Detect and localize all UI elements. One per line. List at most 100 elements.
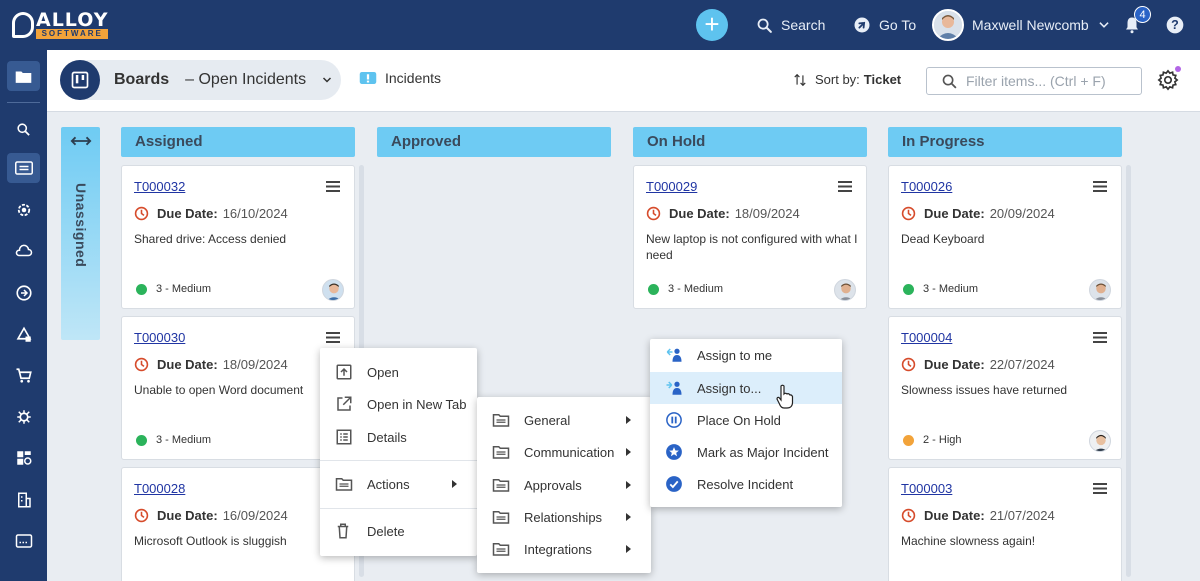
menu-item-open-new-tab[interactable]: Open in New Tab <box>320 388 477 420</box>
alloy-logo[interactable]: ALLOY SOFTWARE <box>12 9 109 39</box>
sidebar-item-search[interactable] <box>7 114 40 144</box>
menu-item-place-on-hold[interactable]: Place On Hold <box>650 404 842 436</box>
filter-field[interactable] <box>926 67 1142 95</box>
due-date-label: Due Date: <box>157 357 218 372</box>
folder-icon <box>335 478 353 491</box>
hamburger-menu-icon[interactable] <box>1093 181 1107 192</box>
assign-to-icon <box>666 381 682 395</box>
goto-label: Go To <box>879 17 917 33</box>
ticket-card[interactable]: T000003 Due Date: 21/07/2024 Machine slow… <box>888 467 1122 581</box>
expand-arrows-icon[interactable] <box>70 135 92 147</box>
menu-item-resolve-incident[interactable]: Resolve Incident <box>650 468 842 500</box>
due-date: Due Date: 20/09/2024 <box>901 206 1055 221</box>
bug-icon <box>16 410 31 424</box>
due-date-label: Due Date: <box>157 508 218 523</box>
sidebar-item-cloud[interactable] <box>7 236 40 266</box>
board-selector[interactable]: Boards – Open Incidents <box>60 60 341 100</box>
sidebar-divider <box>7 102 40 103</box>
chevron-down-icon[interactable] <box>321 74 333 86</box>
column-scrollbar[interactable] <box>1126 165 1131 577</box>
help-icon: ? <box>1166 16 1184 34</box>
due-date-label: Due Date: <box>924 508 985 523</box>
sidebar-item-organizations[interactable] <box>7 485 40 515</box>
folder-icon <box>492 414 510 427</box>
menu-item-label: Relationships <box>524 509 603 525</box>
search-icon <box>757 18 772 33</box>
logo-text: ALLOY <box>36 9 109 31</box>
priority-dot <box>648 283 659 295</box>
ticket-link[interactable]: T000026 <box>901 179 952 194</box>
pause-icon <box>666 412 682 428</box>
goto-button[interactable]: Go To <box>853 0 916 50</box>
menu-item-actions[interactable]: Actions <box>320 468 477 500</box>
ticket-description: Dead Keyboard <box>901 232 985 246</box>
gear-icon[interactable] <box>1157 69 1179 91</box>
hamburger-menu-icon[interactable] <box>838 181 852 192</box>
hamburger-menu-icon[interactable] <box>1093 483 1107 494</box>
ticket-card[interactable]: T000004 Due Date: 22/07/2024 Slowness iss… <box>888 316 1122 460</box>
sidebar-item-shapes[interactable] <box>7 320 40 350</box>
search-button[interactable]: Search <box>756 0 825 50</box>
ticket-link[interactable]: T000003 <box>901 481 952 496</box>
menu-item-label: General <box>524 412 571 428</box>
board-view-name: – Open Incidents <box>185 71 307 88</box>
priority-dot <box>136 434 147 446</box>
folder-icon <box>492 479 510 492</box>
ticket-link[interactable]: T000004 <box>901 330 952 345</box>
board-header: Boards – Open Incidents Incidents Sort b… <box>47 50 1200 112</box>
ticket-description: Shared drive: Access denied <box>134 232 287 246</box>
settings-indicator-dot <box>1175 66 1181 72</box>
user-menu[interactable]: Maxwell Newcomb <box>932 0 1119 50</box>
notification-badge: 4 <box>1134 6 1151 23</box>
sidebar-item-purchasing[interactable] <box>7 361 40 391</box>
unassigned-lane[interactable]: Unassigned <box>61 127 100 340</box>
assignee-avatar <box>834 279 856 301</box>
cloud-gear-icon <box>15 244 32 257</box>
ticket-link[interactable]: T000030 <box>134 330 185 345</box>
sidebar-item-assets[interactable] <box>7 195 40 225</box>
sidebar-item-dashboards[interactable] <box>7 443 40 473</box>
create-new-button[interactable]: + <box>696 9 728 41</box>
ticket-link[interactable]: T000028 <box>134 481 185 496</box>
menu-item-details[interactable]: Details <box>320 421 477 453</box>
menu-item-delete[interactable]: Delete <box>320 515 477 547</box>
ticket-description: Microsoft Outlook is sluggish <box>134 534 287 548</box>
menu-item-communication[interactable]: Communication <box>477 436 651 468</box>
sidebar-item-objects[interactable] <box>7 61 40 91</box>
menu-item-assign-to-me[interactable]: Assign to me <box>650 339 842 371</box>
menu-item-relationships[interactable]: Relationships <box>477 501 651 533</box>
ticket-link[interactable]: T000029 <box>646 179 697 194</box>
sort-control[interactable]: Sort by: Ticket <box>793 72 901 87</box>
due-date-label: Due Date: <box>924 357 985 372</box>
svg-text:?: ? <box>1171 18 1179 32</box>
ticket-link[interactable]: T000032 <box>134 179 185 194</box>
sidebar-item-service-desk[interactable] <box>7 153 40 183</box>
column-header-in-progress: In Progress <box>888 127 1122 157</box>
column-header-assigned: Assigned <box>121 127 355 157</box>
due-date: Due Date: 16/09/2024 <box>134 508 288 523</box>
help-button[interactable]: ? <box>1165 0 1193 50</box>
sidebar-item-integrations[interactable] <box>7 402 40 432</box>
sidebar-item-console[interactable] <box>7 526 40 556</box>
filter-input[interactable] <box>966 73 1136 89</box>
menu-item-integrations[interactable]: Integrations <box>477 533 651 565</box>
clock-icon <box>901 357 916 372</box>
building-icon <box>17 492 31 508</box>
actions-submenu: General Communication Approvals Relation… <box>477 397 651 573</box>
hamburger-menu-icon[interactable] <box>326 332 340 343</box>
ticket-card[interactable]: T000032 Due Date: 16/10/2024 Shared drive… <box>121 165 355 309</box>
user-name: Maxwell Newcomb <box>972 17 1089 33</box>
hamburger-menu-icon[interactable] <box>1093 332 1107 343</box>
menu-item-general[interactable]: General <box>477 404 651 436</box>
boards-icon <box>60 60 100 100</box>
clock-icon <box>901 508 916 523</box>
hamburger-menu-icon[interactable] <box>326 181 340 192</box>
ticket-card[interactable]: T000029 Due Date: 18/09/2024 New laptop i… <box>633 165 867 309</box>
menu-item-mark-major-incident[interactable]: Mark as Major Incident <box>650 436 842 468</box>
menu-item-assign-to[interactable]: Assign to... <box>650 372 842 404</box>
menu-item-open[interactable]: Open <box>320 356 477 388</box>
ticket-card[interactable]: T000026 Due Date: 20/09/2024 Dead Keyboar… <box>888 165 1122 309</box>
menu-item-approvals[interactable]: Approvals <box>477 469 651 501</box>
ticket-description: Unable to open Word document <box>134 383 304 397</box>
sidebar-item-automation[interactable] <box>7 278 40 308</box>
